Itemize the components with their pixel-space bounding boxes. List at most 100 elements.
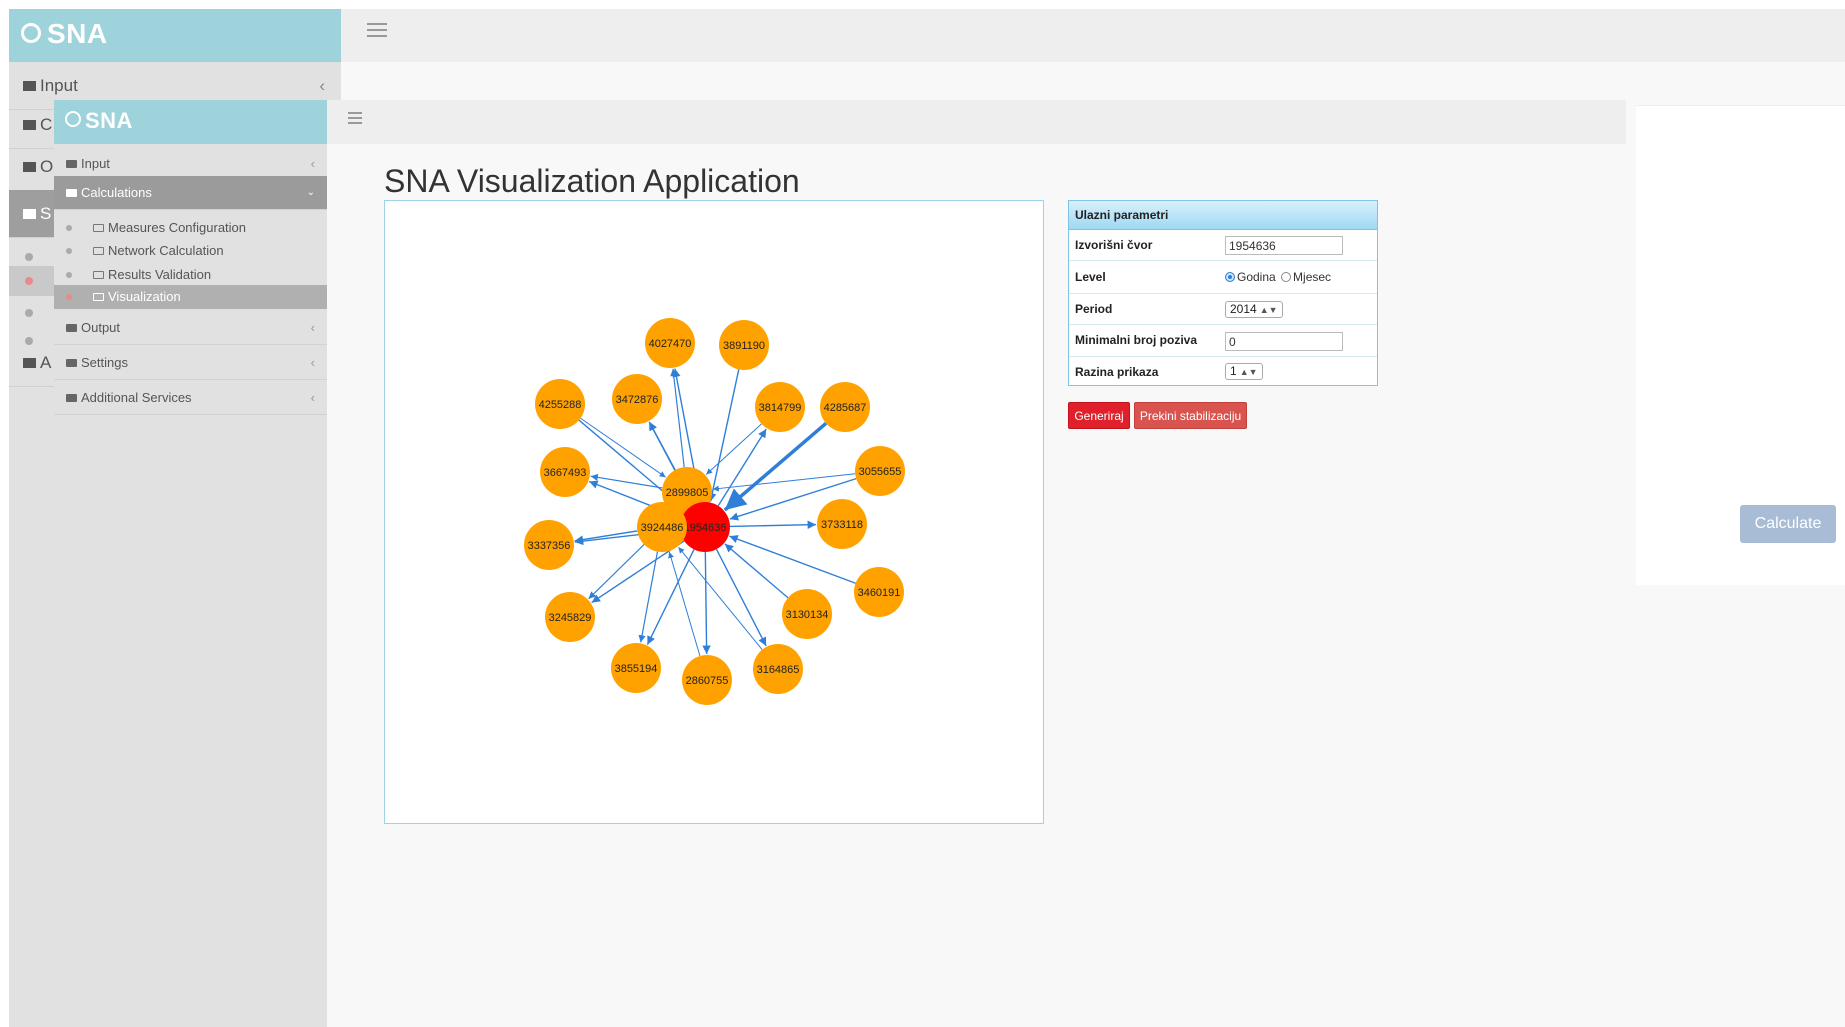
level-radio-mjesec[interactable] — [1281, 272, 1292, 282]
display-level-select[interactable]: 1 ▲▼ — [1225, 363, 1263, 380]
background-header — [341, 9, 1845, 62]
sidebar-subitem-network-calculation[interactable]: Network Calculation — [54, 237, 327, 264]
folder-icon — [23, 120, 36, 130]
menu-toggle-icon[interactable] — [348, 112, 362, 128]
app-logo-text: SNA — [85, 108, 133, 133]
display-level-label: Razina prikaza — [1075, 365, 1159, 379]
level-radio-group: Godina Mjesec — [1225, 261, 1331, 294]
folder-icon — [66, 160, 77, 168]
display-level-select-value: 1 — [1230, 364, 1237, 378]
level-option-label: Mjesec — [1293, 270, 1332, 284]
background-sub-dot — [25, 309, 33, 317]
graph-panel[interactable]: 4027470 3891190 4255288 3472876 3814799 42856… — [384, 200, 1044, 824]
folder-open-icon — [23, 209, 36, 219]
edge-2899805-4027470 — [670, 368, 685, 468]
folder-icon — [23, 358, 36, 368]
chevron-left-icon: ‹ — [310, 320, 315, 335]
edge-3164865-3924486 — [678, 546, 763, 650]
source-node-input[interactable] — [1225, 236, 1343, 255]
generate-button[interactable]: Generiraj — [1068, 402, 1130, 429]
background-sidebar-label: O — [40, 157, 54, 176]
background-logo-text: SNA — [47, 18, 108, 49]
sidebar-item-label: Additional Services — [81, 390, 192, 405]
bullet-dot — [66, 248, 72, 254]
sidebar-subitem-label: Network Calculation — [108, 243, 224, 258]
folder-icon — [23, 81, 36, 91]
graph-node-label: 3472876 — [616, 394, 659, 406]
param-row-period: Period 2014 ▲▼ — [1069, 294, 1377, 325]
sidebar-item-label: Output — [81, 320, 121, 335]
page-title: SNA Visualization Application — [384, 163, 800, 199]
input-parameters-title: Ulazni parametri — [1069, 201, 1377, 230]
bullet-dot — [66, 294, 72, 300]
sidebar-item-settings[interactable]: Settings ‹ — [54, 346, 327, 380]
graph-node-label: 3855194 — [615, 663, 658, 675]
folder-icon — [66, 359, 77, 367]
edge-2899805-3472876 — [648, 421, 676, 471]
folder-icon — [23, 162, 36, 172]
level-option-label: Godina — [1237, 270, 1276, 284]
sidebar-subitem-visualization[interactable]: Visualization — [54, 285, 327, 309]
graph-node-label: 4027470 — [649, 338, 692, 350]
app-header — [327, 100, 1626, 144]
folder-outline-icon — [93, 247, 104, 255]
folder-outline-icon — [93, 293, 104, 301]
level-radio-godina[interactable] — [1225, 272, 1235, 282]
logo-ring-icon — [65, 111, 81, 127]
logo-ring-icon — [21, 23, 41, 43]
graph-nodes: 4027470 3891190 4255288 3472876 3814799 42856… — [524, 318, 905, 705]
source-node-label: Izvorišni čvor — [1075, 238, 1153, 252]
background-sidebar-label: C — [40, 115, 53, 134]
sidebar-subitem-label: Results Validation — [108, 267, 212, 282]
sidebar-item-output[interactable]: Output ‹ — [54, 310, 327, 345]
graph-node-label: 2899805 — [666, 487, 709, 499]
background-sidebar-label: S — [40, 204, 52, 223]
edge-in-3891190 — [708, 369, 740, 502]
edge-out-3855194 — [646, 549, 695, 645]
foreground-window: SNA Input ‹ Calculations ⌄ Measures Conf… — [54, 100, 1626, 1027]
background-menu-icon[interactable] — [367, 23, 387, 41]
background-sidebar-label: Input — [40, 76, 78, 95]
calculate-button[interactable]: Calculate — [1740, 505, 1836, 543]
min-calls-label: Minimalni broj poziva — [1075, 333, 1198, 347]
graph-node-label: 3130134 — [786, 609, 829, 621]
sidebar-item-calculations[interactable]: Calculations ⌄ — [54, 176, 327, 210]
sidebar-subitem-results-validation[interactable]: Results Validation — [54, 261, 327, 288]
background-sub-dot — [25, 253, 33, 261]
graph-node-label: 3337356 — [528, 540, 571, 552]
level-label: Level — [1075, 270, 1106, 284]
period-select-value: 2014 — [1230, 302, 1257, 316]
graph-node-label: 3245829 — [549, 612, 592, 624]
stop-stabilization-button[interactable]: Prekini stabilizaciju — [1134, 402, 1247, 429]
edge-out-3733118 — [729, 520, 817, 529]
chevron-left-icon: ‹ — [310, 355, 315, 370]
input-parameters-panel: Ulazni parametri Izvorišni čvor Level Go… — [1068, 200, 1378, 386]
graph-node-label: 3814799 — [759, 402, 802, 414]
network-graph[interactable]: 4027470 3891190 4255288 3472876 3814799 42856… — [385, 201, 1043, 823]
sidebar: Input ‹ Calculations ⌄ Measures Configur… — [54, 144, 327, 1027]
folder-open-icon — [66, 189, 77, 197]
graph-node-label: 1954636 — [684, 522, 727, 534]
period-select[interactable]: 2014 ▲▼ — [1225, 301, 1283, 318]
graph-node-label: 4255288 — [539, 399, 582, 411]
param-row-display-level: Razina prikaza 1 ▲▼ — [1069, 357, 1377, 387]
param-row-source-node: Izvorišni čvor — [1069, 230, 1377, 261]
param-row-min-calls: Minimalni broj poziva — [1069, 325, 1377, 357]
folder-outline-icon — [93, 224, 104, 232]
edge-3924486-3245829 — [588, 544, 645, 600]
graph-node-label: 3733118 — [821, 519, 863, 531]
sidebar-item-additional-services[interactable]: Additional Services ‹ — [54, 380, 327, 415]
sidebar-subitem-label: Visualization — [108, 289, 181, 304]
min-calls-input[interactable] — [1225, 332, 1343, 351]
edge-out-2860755 — [702, 551, 711, 655]
graph-node-label: 3055655 — [859, 466, 902, 478]
chevron-down-icon: ⌄ — [306, 187, 315, 198]
bullet-dot — [66, 272, 72, 278]
sidebar-item-label: Calculations — [81, 185, 152, 200]
sidebar-subitem-label: Measures Configuration — [108, 220, 247, 235]
edge-in-3130134 — [724, 543, 789, 599]
graph-node-label: 3891190 — [723, 340, 765, 352]
graph-node-label: 3667493 — [544, 467, 587, 479]
app-logo: SNA — [54, 100, 327, 144]
folder-icon — [66, 394, 77, 402]
